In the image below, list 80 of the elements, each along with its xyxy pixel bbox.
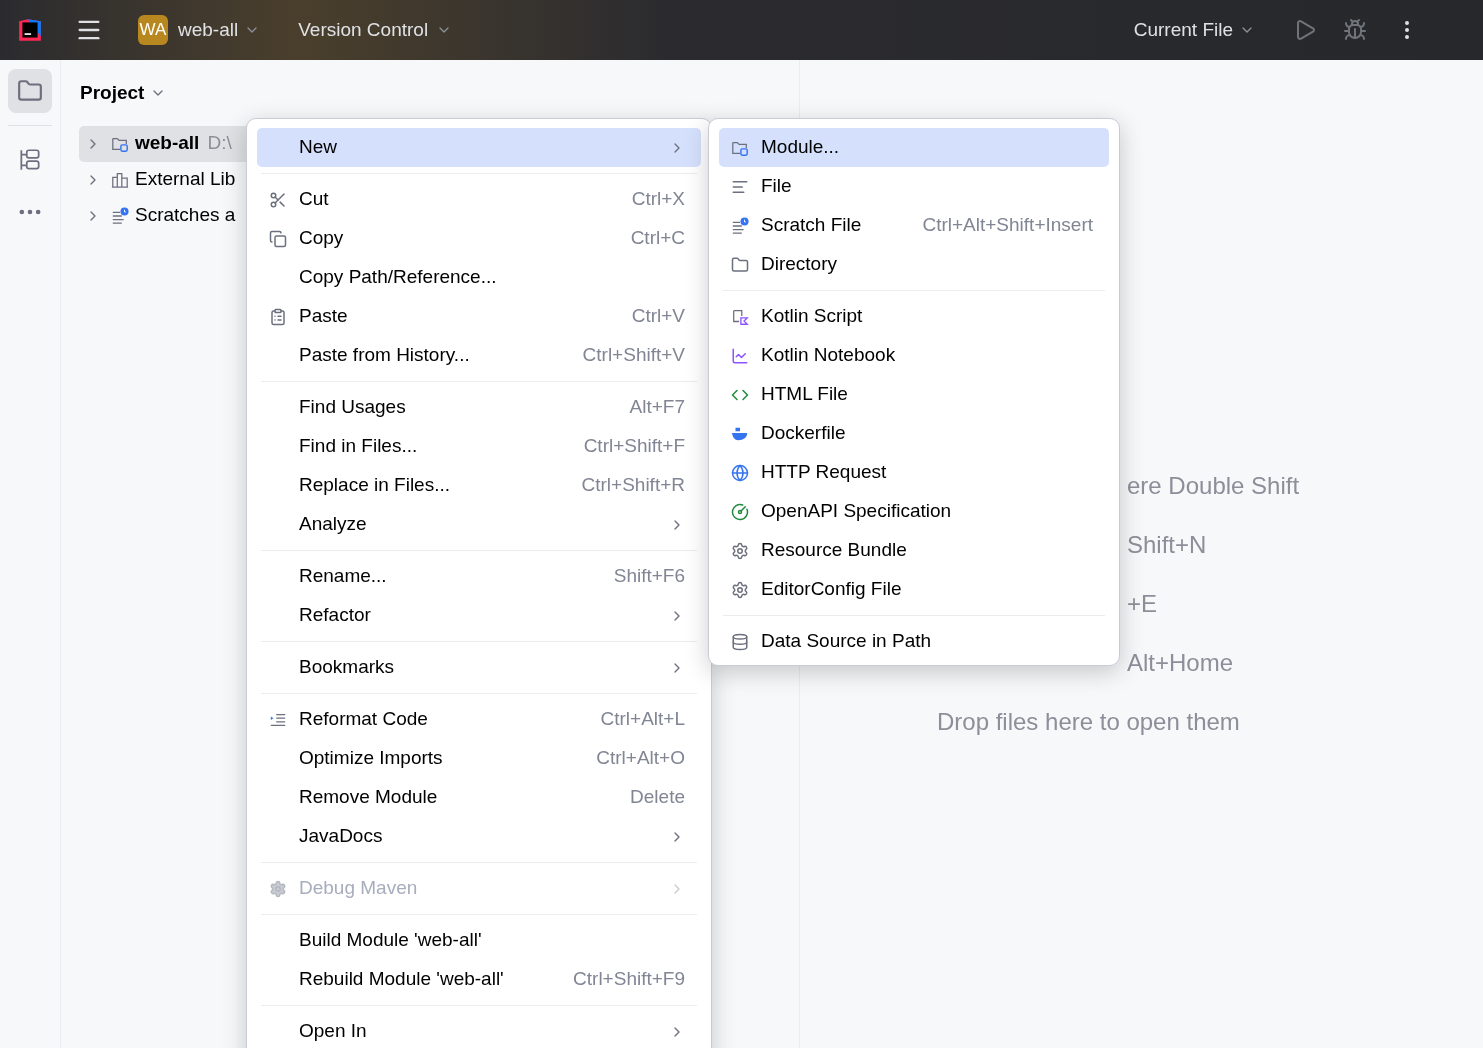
editor-hint: Shift+N bbox=[1127, 530, 1208, 560]
menu-item[interactable]: Kotlin Notebook bbox=[719, 336, 1109, 375]
menu-item[interactable]: EditorConfig File bbox=[719, 570, 1109, 609]
menu-item[interactable]: Optimize Imports Ctrl+Alt+O bbox=[257, 739, 701, 778]
gear-icon bbox=[731, 580, 749, 599]
copy-icon bbox=[269, 229, 287, 248]
chart-icon bbox=[731, 346, 749, 365]
vcs-dropdown[interactable]: Version Control bbox=[298, 15, 453, 45]
panel-title[interactable]: Project bbox=[80, 79, 799, 108]
globe-icon bbox=[731, 463, 749, 482]
menu-item[interactable]: Refactor bbox=[257, 596, 701, 635]
editor-hint: ere Double Shift bbox=[1127, 471, 1301, 501]
paste-icon bbox=[269, 307, 287, 326]
project-dropdown[interactable]: web-all bbox=[178, 15, 261, 45]
shortcut-text: Shift+F6 bbox=[613, 564, 685, 589]
cut-icon bbox=[269, 190, 287, 209]
editor-hint: Alt+Home bbox=[1127, 648, 1235, 678]
shortcut-text: Ctrl+V bbox=[631, 304, 685, 329]
project-tool-button[interactable] bbox=[8, 69, 52, 113]
scratch-file-icon bbox=[111, 206, 129, 225]
menu-item[interactable]: Copy Ctrl+C bbox=[257, 219, 701, 258]
editor-hint: Drop files here to open them bbox=[937, 707, 1241, 737]
menu-item[interactable]: Rename... Shift+F6 bbox=[257, 557, 701, 596]
menu-item[interactable]: File bbox=[719, 167, 1109, 206]
menu-item[interactable]: JavaDocs bbox=[257, 817, 701, 856]
shortcut-text: Ctrl+C bbox=[630, 226, 685, 251]
menu-item[interactable]: Scratch File Ctrl+Alt+Shift+Insert bbox=[719, 206, 1109, 245]
shortcut-text: Ctrl+Shift+F bbox=[583, 434, 685, 459]
menu-item[interactable]: Data Source in Path bbox=[719, 622, 1109, 661]
menu-item[interactable]: Dockerfile bbox=[719, 414, 1109, 453]
library-icon bbox=[111, 170, 129, 189]
menu-item[interactable]: Paste Ctrl+V bbox=[257, 297, 701, 336]
shortcut-text: Ctrl+Alt+Shift+Insert bbox=[922, 213, 1093, 238]
menu-item[interactable]: Reformat Code Ctrl+Alt+L bbox=[257, 700, 701, 739]
gauge-icon bbox=[731, 502, 749, 521]
menu-item[interactable]: Find Usages Alt+F7 bbox=[257, 388, 701, 427]
gear-icon bbox=[731, 541, 749, 560]
database-icon bbox=[731, 632, 749, 651]
menu-item[interactable]: Replace in Files... Ctrl+Shift+R bbox=[257, 466, 701, 505]
menu-item[interactable]: Build Module 'web-all' bbox=[257, 921, 701, 960]
shortcut-text: Ctrl+Shift+V bbox=[582, 343, 685, 368]
menu-item[interactable]: HTML File bbox=[719, 375, 1109, 414]
menu-item[interactable]: New bbox=[257, 128, 701, 167]
tree-label: External Lib bbox=[135, 167, 236, 192]
editor-hint: +E bbox=[1127, 589, 1159, 619]
menu-item[interactable]: OpenAPI Specification bbox=[719, 492, 1109, 531]
menu-item[interactable]: Resource Bundle bbox=[719, 531, 1109, 570]
folder-icon bbox=[17, 78, 43, 104]
shortcut-text: Ctrl+Shift+R bbox=[581, 473, 685, 498]
app-logo-icon bbox=[17, 17, 43, 43]
shortcut-text: Ctrl+Alt+O bbox=[596, 746, 685, 771]
run-config-dropdown[interactable]: Current File bbox=[1133, 15, 1255, 45]
menu-item[interactable]: Rebuild Module 'web-all' Ctrl+Shift+F9 bbox=[257, 960, 701, 999]
tree-label: web-all bbox=[135, 131, 200, 156]
menu-item[interactable]: Cut Ctrl+X bbox=[257, 180, 701, 219]
shortcut-text: Ctrl+Alt+L bbox=[600, 707, 685, 732]
shortcut-text: Ctrl+X bbox=[631, 187, 685, 212]
menu-item[interactable]: Find in Files... Ctrl+Shift+F bbox=[257, 427, 701, 466]
menu-item[interactable]: Analyze bbox=[257, 505, 701, 544]
shortcut-text: Delete bbox=[630, 785, 685, 810]
script-file-icon bbox=[731, 307, 749, 326]
menu-item[interactable]: Copy Path/Reference... bbox=[257, 258, 701, 297]
menu-item[interactable]: Module... bbox=[719, 128, 1109, 167]
menu-item[interactable]: Remove Module Delete bbox=[257, 778, 701, 817]
gear-icon bbox=[269, 879, 287, 898]
menu-item[interactable]: Open In bbox=[257, 1012, 701, 1048]
menu-item[interactable]: Kotlin Script bbox=[719, 297, 1109, 336]
folder-icon bbox=[731, 255, 749, 274]
menu-item[interactable]: HTTP Request bbox=[719, 453, 1109, 492]
bug-icon[interactable] bbox=[1343, 18, 1367, 42]
shortcut-text: Ctrl+Shift+F9 bbox=[573, 967, 685, 992]
tree-label: Scratches a bbox=[135, 203, 236, 228]
tree-path: D:\ bbox=[207, 131, 232, 156]
menu-item[interactable]: Directory bbox=[719, 245, 1109, 284]
menu-item[interactable]: Paste from History... Ctrl+Shift+V bbox=[257, 336, 701, 375]
menu-item[interactable]: Bookmarks bbox=[257, 648, 701, 687]
shortcut-text: Alt+F7 bbox=[629, 395, 685, 420]
scratch-file-icon bbox=[731, 216, 749, 235]
project-badge: WA bbox=[138, 15, 168, 45]
structure-icon bbox=[17, 147, 43, 173]
